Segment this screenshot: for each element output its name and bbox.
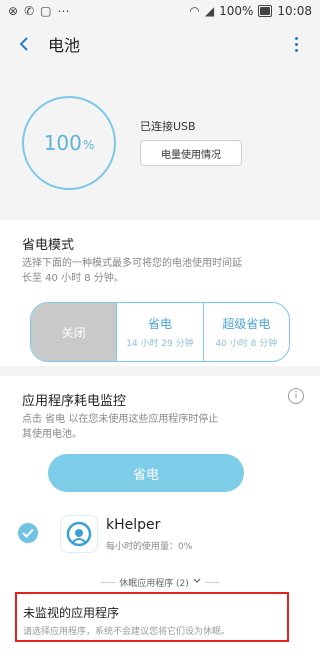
unmonitored-apps-title: 未监视的应用程序 bbox=[23, 606, 120, 620]
info-icon[interactable]: i bbox=[288, 388, 304, 404]
status-bar: ⊗ ✆ ▢ ⋯ ◠ ◢ 100% 10:08 bbox=[0, 0, 320, 22]
battery-level-gauge: 100% bbox=[22, 96, 116, 190]
unmonitored-apps-item[interactable]: 未监视的应用程序 请选择应用程序，系统不会建议您将它们设为休眠。 bbox=[15, 592, 289, 642]
app-usage: 每小时的使用量：0% bbox=[106, 542, 193, 552]
mode-save-duration: 14 小时 29 分钟 bbox=[126, 339, 194, 349]
clock: 10:08 bbox=[277, 4, 312, 18]
mode-save-option[interactable]: 省电 14 小时 29 分钟 bbox=[116, 303, 202, 361]
sleeping-apps-toggle[interactable]: 休眠应用程序 (2) bbox=[0, 574, 320, 590]
more-notifications-icon: ⋯ bbox=[57, 4, 70, 18]
app-power-monitor-card: 应用程序耗电监控 i 点击 省电 以在您未使用这些应用程序时停止 其使用电池。 … bbox=[0, 376, 320, 657]
monitor-description-1: 点击 省电 以在您未使用这些应用程序时停止 bbox=[22, 414, 219, 425]
app-list-item[interactable]: kHelper 每小时的使用量：0% bbox=[0, 511, 320, 559]
signal-icon: ◢ bbox=[204, 4, 215, 18]
unmonitored-apps-description: 请选择应用程序，系统不会建议您将它们设为休眠。 bbox=[23, 627, 231, 637]
back-arrow-icon[interactable] bbox=[6, 26, 42, 62]
app-bar: 电池 bbox=[0, 22, 320, 66]
page-title: 电池 bbox=[48, 36, 81, 55]
save-power-button[interactable]: 省电 bbox=[48, 454, 244, 492]
power-saving-title: 省电模式 bbox=[22, 238, 75, 253]
usb-connection-status: 已连接USB bbox=[140, 120, 196, 133]
mode-off-label: 关闭 bbox=[61, 325, 86, 340]
power-saving-description-2: 长至 40 小时 8 分钟。 bbox=[22, 273, 124, 284]
divider bbox=[101, 581, 116, 583]
power-mode-selector: 关闭 省电 14 小时 29 分钟 超级省电 40 小时 8 分钟 bbox=[30, 302, 290, 362]
wifi-icon: ◠ bbox=[189, 4, 200, 18]
battery-level-value: 100 bbox=[43, 131, 82, 155]
power-saving-description-1: 选择下面的一种模式最多可将您的电池使用时间延 bbox=[22, 258, 242, 269]
bag-icon: ▢ bbox=[40, 4, 52, 18]
sleeping-apps-label: 休眠应用程序 (2) bbox=[119, 578, 189, 589]
mode-off-option[interactable]: 关闭 bbox=[31, 303, 117, 361]
battery-icon bbox=[258, 5, 273, 17]
missed-call-icon: ✆ bbox=[24, 4, 35, 18]
mode-ultra-option[interactable]: 超级省电 40 小时 8 分钟 bbox=[202, 303, 289, 361]
mode-ultra-label: 超级省电 bbox=[222, 317, 271, 331]
monitor-title: 应用程序耗电监控 bbox=[22, 394, 127, 409]
chevron-down-icon bbox=[193, 577, 201, 587]
battery-section: 100% 已连接USB 电量使用情况 bbox=[0, 66, 320, 211]
mode-save-label: 省电 bbox=[147, 317, 172, 331]
app-name: kHelper bbox=[106, 517, 161, 533]
status-left: ⊗ ✆ ▢ ⋯ bbox=[0, 5, 69, 17]
status-right: ◠ ◢ 100% 10:08 bbox=[189, 4, 320, 18]
battery-usage-button[interactable]: 电量使用情况 bbox=[140, 140, 242, 166]
monitor-description-2: 其使用电池。 bbox=[22, 429, 82, 440]
checkbox-checked-icon[interactable] bbox=[18, 523, 38, 543]
divider bbox=[204, 581, 219, 583]
more-options-icon[interactable] bbox=[286, 32, 306, 56]
battery-percent-sign: % bbox=[82, 138, 95, 152]
mode-ultra-duration: 40 小时 8 分钟 bbox=[215, 339, 278, 349]
battery-percent-text: 100% bbox=[219, 4, 254, 18]
app-logo-icon bbox=[60, 515, 98, 553]
power-saving-mode-card: 省电模式 选择下面的一种模式最多可将您的电池使用时间延 长至 40 小时 8 分… bbox=[0, 220, 320, 366]
blocked-notification-icon: ⊗ bbox=[8, 4, 19, 18]
